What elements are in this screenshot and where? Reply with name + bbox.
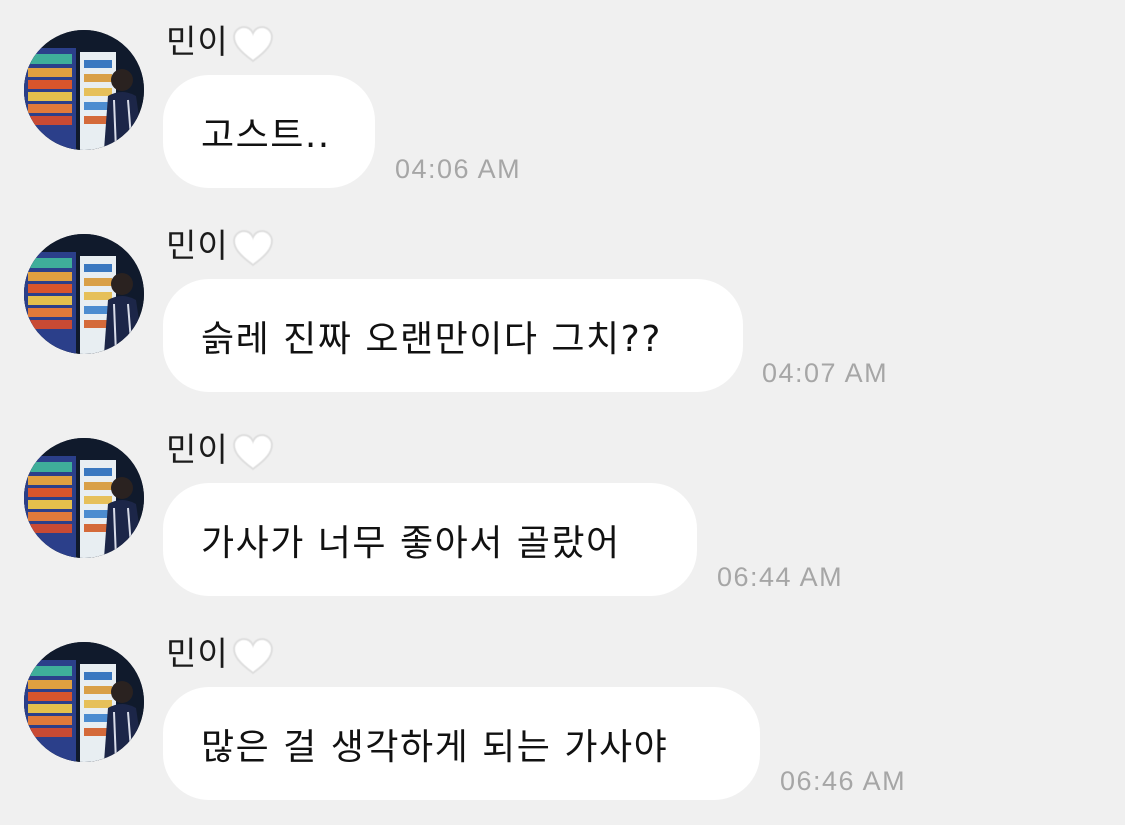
message-bubble[interactable]: 가사가 너무 좋아서 골랐어 bbox=[163, 483, 697, 596]
message-text: 고스트.. bbox=[201, 114, 331, 156]
message-row: 민이 슭레 진짜 오랜만이다 그치?? 04:07 AM bbox=[0, 204, 1125, 394]
avatar[interactable] bbox=[24, 642, 144, 762]
avatar[interactable] bbox=[24, 234, 144, 354]
sender-name: 민이 bbox=[166, 22, 229, 61]
message-row: 민이 가사가 너무 좋아서 골랐어 06:44 AM bbox=[0, 408, 1125, 598]
message-bubble[interactable]: 고스트.. bbox=[163, 75, 375, 188]
sender-info: 민이 bbox=[166, 224, 275, 268]
sender-name: 민이 bbox=[166, 634, 229, 673]
message-text: 슭레 진짜 오랜만이다 그치?? bbox=[201, 318, 662, 360]
avatar[interactable] bbox=[24, 438, 144, 558]
sender-info: 민이 bbox=[166, 632, 275, 676]
sender-info: 민이 bbox=[166, 428, 275, 472]
chat-thread: 민이 고스트.. 04:06 AM 민이 슭레 진짜 오랜만이다 그치?? 04… bbox=[0, 0, 1125, 825]
white-heart-icon bbox=[232, 229, 274, 267]
avatar-photo bbox=[24, 642, 144, 762]
message-timestamp: 06:44 AM bbox=[717, 562, 844, 592]
message-text: 많은 걸 생각하게 되는 가사야 bbox=[201, 726, 669, 768]
avatar-photo bbox=[24, 234, 144, 354]
sender-name: 민이 bbox=[166, 226, 229, 265]
message-bubble[interactable]: 슭레 진짜 오랜만이다 그치?? bbox=[163, 279, 743, 392]
message-row: 민이 고스트.. 04:06 AM bbox=[0, 0, 1125, 190]
avatar-photo bbox=[24, 30, 144, 150]
message-timestamp: 06:46 AM bbox=[780, 766, 907, 796]
message-timestamp: 04:07 AM bbox=[762, 358, 889, 388]
white-heart-icon bbox=[232, 637, 274, 675]
sender-name: 민이 bbox=[166, 430, 229, 469]
message-timestamp: 04:06 AM bbox=[395, 154, 522, 184]
message-bubble[interactable]: 많은 걸 생각하게 되는 가사야 bbox=[163, 687, 760, 800]
avatar-photo bbox=[24, 438, 144, 558]
message-text: 가사가 너무 좋아서 골랐어 bbox=[201, 522, 621, 564]
sender-info: 민이 bbox=[166, 20, 275, 64]
avatar[interactable] bbox=[24, 30, 144, 150]
message-row: 민이 많은 걸 생각하게 되는 가사야 06:46 AM bbox=[0, 612, 1125, 802]
white-heart-icon bbox=[232, 433, 274, 471]
white-heart-icon bbox=[232, 25, 274, 63]
